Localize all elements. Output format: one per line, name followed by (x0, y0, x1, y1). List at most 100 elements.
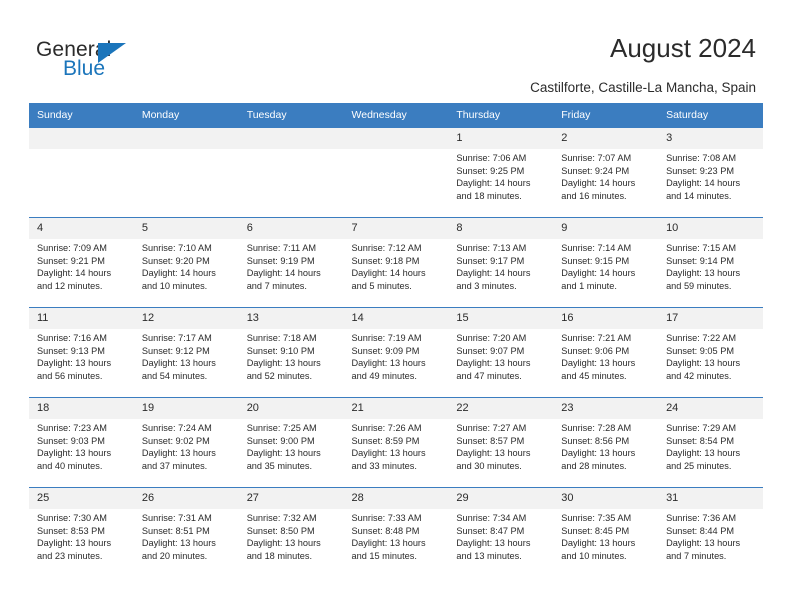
calendar-day-cell[interactable]: 10 Sunrise: 7:15 AM Sunset: 9:14 PM Dayligh… (658, 217, 763, 308)
day-detail-line: Sunrise: 7:16 AM (37, 333, 107, 343)
day-details: Sunrise: 7:09 AM Sunset: 9:21 PM Daylight:… (29, 239, 134, 292)
day-number: 30 (553, 488, 659, 509)
day-detail-line: Daylight: 13 hours (141, 448, 216, 459)
day-detail-line: and 52 minutes. (246, 370, 313, 381)
day-number (29, 128, 134, 149)
calendar-page: General Blue August 2024 Castilforte, Ca… (0, 0, 792, 612)
calendar-day-cell[interactable]: 21 Sunrise: 7:26 AM Sunset: 8:59 PM Dayligh… (343, 397, 449, 488)
day-details (239, 149, 344, 152)
day-detail-line: Sunrise: 7:09 AM (37, 243, 107, 253)
day-number: 26 (133, 488, 239, 509)
calendar-day-cell[interactable]: 17 Sunrise: 7:22 AM Sunset: 9:05 PM Dayligh… (658, 307, 763, 398)
calendar-day-cell[interactable]: 23 Sunrise: 7:28 AM Sunset: 8:56 PM Dayligh… (553, 397, 659, 488)
calendar-day-cell-empty (343, 127, 449, 218)
day-detail-line: and 7 minutes. (666, 550, 727, 561)
calendar-day-cell[interactable]: 6 Sunrise: 7:11 AM Sunset: 9:19 PM Daylight… (238, 217, 344, 308)
day-detail-line: Daylight: 13 hours (246, 448, 321, 459)
weekday-header-row: Sunday Monday Tuesday Wednesday Thursday Frid… (29, 103, 763, 128)
day-number: 22 (448, 398, 554, 419)
day-number: 15 (448, 308, 554, 329)
general-blue-logo[interactable]: General Blue (36, 38, 156, 84)
calendar-day-cell[interactable]: 31 Sunrise: 7:36 AM Sunset: 8:44 PM Dayligh… (658, 487, 763, 578)
calendar-day-cell[interactable]: 3 Sunrise: 7:08 AM Sunset: 9:23 PM Daylight… (658, 127, 763, 218)
day-number: 21 (343, 398, 449, 419)
day-details: Sunrise: 7:20 AM Sunset: 9:07 PM Daylight:… (448, 329, 553, 382)
day-detail-line: and 16 minutes. (561, 190, 627, 201)
day-detail-line: Daylight: 13 hours (456, 538, 531, 549)
day-detail-line: Sunrise: 7:21 AM (561, 333, 632, 343)
day-detail-line: Sunrise: 7:24 AM (141, 423, 212, 433)
day-detail-line: Daylight: 14 hours (37, 268, 112, 279)
calendar-day-cell-empty (238, 127, 344, 218)
day-detail-line: Sunrise: 7:15 AM (666, 243, 737, 253)
calendar-day-cell[interactable]: 16 Sunrise: 7:21 AM Sunset: 9:06 PM Dayligh… (553, 307, 659, 398)
calendar-day-cell[interactable]: 8 Sunrise: 7:13 AM Sunset: 9:17 PM Daylight… (448, 217, 554, 308)
day-number: 9 (553, 218, 659, 239)
day-detail-line: Sunrise: 7:20 AM (456, 333, 527, 343)
calendar-day-cell[interactable]: 12 Sunrise: 7:17 AM Sunset: 9:12 PM Dayligh… (133, 307, 239, 398)
day-detail-line: and 5 minutes. (351, 280, 412, 291)
day-detail-line: Sunrise: 7:18 AM (246, 333, 317, 343)
day-detail-line: Sunrise: 7:35 AM (561, 513, 632, 523)
calendar-day-cell[interactable]: 7 Sunrise: 7:12 AM Sunset: 9:18 PM Daylight… (343, 217, 449, 308)
day-number: 5 (133, 218, 239, 239)
calendar-day-cell[interactable]: 14 Sunrise: 7:19 AM Sunset: 9:09 PM Dayligh… (343, 307, 449, 398)
calendar-day-cell[interactable]: 22 Sunrise: 7:27 AM Sunset: 8:57 PM Dayligh… (448, 397, 554, 488)
calendar-day-cell[interactable]: 24 Sunrise: 7:29 AM Sunset: 8:54 PM Dayligh… (658, 397, 763, 488)
day-details: Sunrise: 7:26 AM Sunset: 8:59 PM Daylight:… (344, 419, 449, 472)
day-detail-line: Sunset: 8:53 PM (37, 525, 105, 536)
calendar-day-cell[interactable]: 15 Sunrise: 7:20 AM Sunset: 9:07 PM Dayligh… (448, 307, 554, 398)
day-detail-line: Daylight: 13 hours (666, 358, 741, 369)
calendar-day-cell[interactable]: 26 Sunrise: 7:31 AM Sunset: 8:51 PM Dayligh… (133, 487, 239, 578)
day-detail-line: Sunset: 8:45 PM (561, 525, 630, 536)
calendar-day-cell[interactable]: 18 Sunrise: 7:23 AM Sunset: 9:03 PM Dayligh… (29, 397, 134, 488)
day-detail-line: Daylight: 13 hours (561, 538, 636, 549)
day-number: 29 (448, 488, 554, 509)
day-details (344, 149, 449, 152)
calendar-day-cell[interactable]: 29 Sunrise: 7:34 AM Sunset: 8:47 PM Dayligh… (448, 487, 554, 578)
day-detail-line: Daylight: 13 hours (141, 358, 216, 369)
day-detail-line: and 40 minutes. (37, 460, 103, 471)
calendar-day-cell[interactable]: 27 Sunrise: 7:32 AM Sunset: 8:50 PM Dayligh… (238, 487, 344, 578)
day-details: Sunrise: 7:30 AM Sunset: 8:53 PM Daylight:… (29, 509, 134, 562)
day-detail-line: and 3 minutes. (456, 280, 517, 291)
day-details: Sunrise: 7:08 AM Sunset: 9:23 PM Daylight:… (658, 149, 763, 202)
day-detail-line: Sunrise: 7:08 AM (666, 153, 737, 163)
day-detail-line: Sunset: 9:25 PM (456, 165, 525, 176)
day-detail-line: Sunset: 9:12 PM (141, 345, 210, 356)
day-details: Sunrise: 7:27 AM Sunset: 8:57 PM Daylight:… (448, 419, 553, 472)
day-detail-line: Daylight: 13 hours (37, 358, 112, 369)
day-details: Sunrise: 7:28 AM Sunset: 8:56 PM Daylight:… (553, 419, 658, 472)
day-detail-line: Sunset: 9:17 PM (456, 255, 525, 266)
day-number: 27 (238, 488, 344, 509)
day-detail-line: Sunset: 9:06 PM (561, 345, 630, 356)
calendar-day-cell[interactable]: 5 Sunrise: 7:10 AM Sunset: 9:20 PM Daylight… (133, 217, 239, 308)
calendar-day-cell[interactable]: 4 Sunrise: 7:09 AM Sunset: 9:21 PM Daylight… (29, 217, 134, 308)
calendar-day-cell[interactable]: 25 Sunrise: 7:30 AM Sunset: 8:53 PM Dayligh… (29, 487, 134, 578)
day-detail-line: Sunset: 8:48 PM (351, 525, 420, 536)
day-detail-line: Daylight: 14 hours (666, 178, 741, 189)
day-detail-line: Sunset: 9:10 PM (246, 345, 315, 356)
calendar-day-cell[interactable]: 2 Sunrise: 7:07 AM Sunset: 9:24 PM Daylight… (553, 127, 659, 218)
day-detail-line: Sunset: 8:47 PM (456, 525, 525, 536)
calendar-day-cell[interactable]: 30 Sunrise: 7:35 AM Sunset: 8:45 PM Dayligh… (553, 487, 659, 578)
day-number: 14 (343, 308, 449, 329)
calendar-day-cell[interactable]: 1 Sunrise: 7:06 AM Sunset: 9:25 PM Daylight… (448, 127, 554, 218)
calendar-day-cell[interactable]: 13 Sunrise: 7:18 AM Sunset: 9:10 PM Dayligh… (238, 307, 344, 398)
calendar-day-cell[interactable]: 28 Sunrise: 7:33 AM Sunset: 8:48 PM Dayligh… (343, 487, 449, 578)
calendar-day-cell[interactable]: 20 Sunrise: 7:25 AM Sunset: 9:00 PM Dayligh… (238, 397, 344, 488)
day-detail-line: Sunrise: 7:11 AM (246, 243, 316, 253)
day-detail-line: Sunrise: 7:30 AM (37, 513, 107, 523)
calendar-week-row: 4 Sunrise: 7:09 AM Sunset: 9:21 PM Daylight… (29, 217, 763, 308)
day-detail-line: Sunset: 8:56 PM (561, 435, 630, 446)
day-detail-line: Sunset: 9:07 PM (456, 345, 525, 356)
day-number: 18 (29, 398, 134, 419)
day-detail-line: and 56 minutes. (37, 370, 103, 381)
day-number: 7 (343, 218, 449, 239)
calendar-day-cell[interactable]: 19 Sunrise: 7:24 AM Sunset: 9:02 PM Dayligh… (133, 397, 239, 488)
page-header: General Blue August 2024 Castilforte, Ca… (0, 0, 792, 103)
calendar-day-cell[interactable]: 11 Sunrise: 7:16 AM Sunset: 9:13 PM Dayligh… (29, 307, 134, 398)
calendar-day-cell[interactable]: 9 Sunrise: 7:14 AM Sunset: 9:15 PM Daylight… (553, 217, 659, 308)
day-detail-line: Sunset: 9:18 PM (351, 255, 420, 266)
day-detail-line: and 33 minutes. (351, 460, 417, 471)
